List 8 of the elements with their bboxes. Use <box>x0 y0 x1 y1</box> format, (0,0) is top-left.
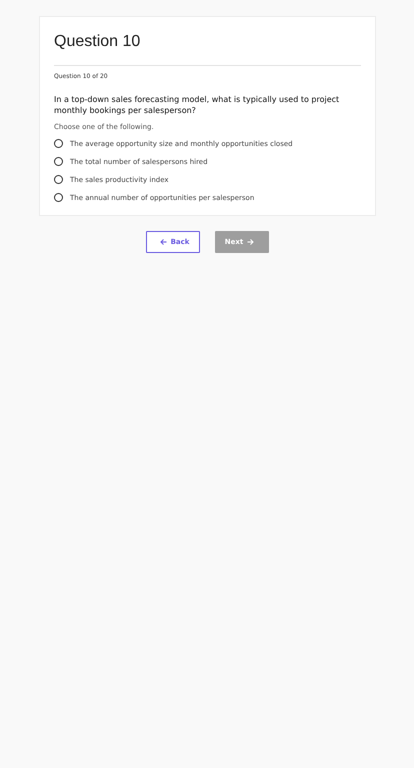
radio-button[interactable] <box>54 193 63 202</box>
left-arrow-icon <box>160 239 167 245</box>
radio-button[interactable] <box>54 139 63 148</box>
right-arrow-icon <box>247 239 254 245</box>
radio-button[interactable] <box>54 175 63 184</box>
question-title: Question 10 <box>54 33 142 51</box>
radio-button[interactable] <box>54 157 63 166</box>
question-text: In a top-down sales forecasting model, what is typically used to project monthly bookings per salesperson? <box>54 94 340 116</box>
